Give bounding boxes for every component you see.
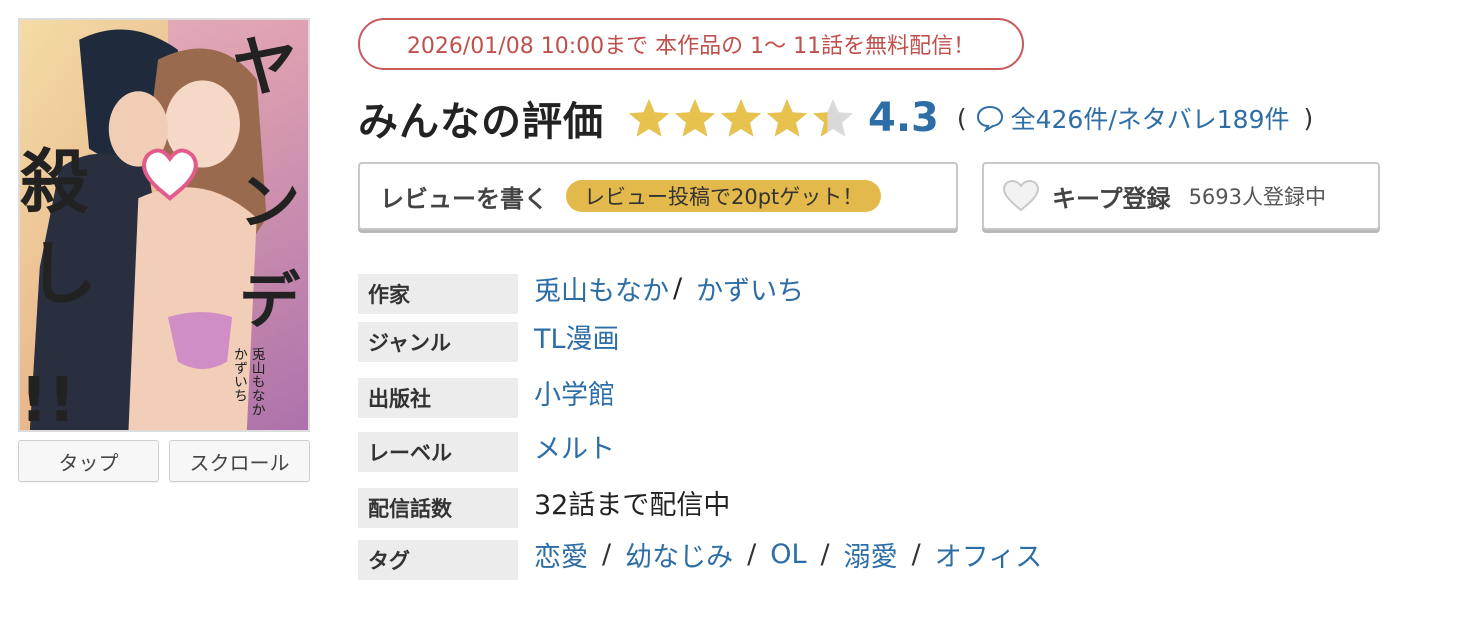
info-row-genre: ジャンル TL漫画	[358, 318, 1448, 362]
info-value: 32話まで配信中	[534, 484, 731, 521]
info-label: 出版社	[358, 378, 518, 418]
separator: /	[602, 538, 612, 570]
info-value: TL漫画	[534, 317, 620, 356]
tag-link[interactable]: オフィス	[935, 535, 1042, 574]
keep-button[interactable]: キープ登録 5693人登録中	[982, 162, 1380, 230]
info-value: 恋愛 / 幼なじみ / OL / 溺愛 / オフィス	[534, 535, 1042, 574]
separator: /	[911, 538, 921, 570]
cover-title-char: !!	[20, 365, 76, 430]
product-details: 2026/01/08 10:00まで 本作品の 1〜 11話を無料配信！ みんな…	[358, 0, 1448, 620]
info-row-tags: タグ 恋愛 / 幼なじみ / OL / 溺愛 / オフィス	[358, 536, 1448, 580]
review-points-badge: レビュー投稿で20ptゲット！	[566, 180, 882, 212]
info-label: 配信話数	[358, 488, 518, 528]
write-review-button[interactable]: レビューを書く レビュー投稿で20ptゲット！	[358, 162, 958, 230]
close-paren: )	[1303, 103, 1314, 133]
tag-link[interactable]: OL	[770, 539, 806, 570]
product-page: ヤ ン デ 殺 し !! 兎山もなか かずいち タップ スクロール 2026/0…	[0, 0, 1458, 620]
info-value: 小学館	[534, 373, 615, 412]
info-row-episodes: 配信話数 32話まで配信中	[358, 484, 1448, 528]
info-row-author: 作家 兎山もなか / かずいち	[358, 270, 1448, 314]
cover-author-credit: 兎山もなか	[249, 347, 266, 417]
review-count[interactable]: ( 全426件/ネタバレ189件 )	[957, 100, 1313, 136]
episodes-value: 32話まで配信中	[534, 489, 731, 521]
info-label: ジャンル	[358, 322, 518, 362]
tag-link[interactable]: 恋愛	[534, 535, 588, 574]
genre-link[interactable]: TL漫画	[534, 317, 620, 356]
tag-link[interactable]: 溺愛	[844, 535, 898, 574]
cover-title-char: デ	[239, 266, 301, 337]
heart-icon	[1002, 179, 1040, 212]
cover-artist-credit: かずいち	[231, 347, 247, 403]
open-paren: (	[956, 103, 967, 133]
info-value: 兎山もなか / かずいち	[534, 269, 804, 308]
review-count-link[interactable]: 全426件/ネタバレ189件	[1011, 100, 1290, 136]
separator: /	[747, 538, 757, 570]
info-value: メルト	[534, 427, 615, 466]
star-icon	[767, 99, 807, 137]
cover-title-char: し	[28, 234, 97, 314]
star-icon	[675, 99, 715, 137]
cover-title-char: ヤ	[232, 29, 297, 105]
info-label: 作家	[358, 274, 518, 314]
info-row-imprint: レーベル メルト	[358, 428, 1448, 472]
scroll-mode-button[interactable]: スクロール	[169, 440, 310, 482]
publisher-link[interactable]: 小学館	[534, 373, 615, 412]
keep-count: 5693人登録中	[1188, 185, 1327, 209]
tap-mode-button[interactable]: タップ	[18, 440, 159, 482]
star-icon	[629, 99, 669, 137]
author-link[interactable]: 兎山もなか	[534, 269, 669, 308]
imprint-link[interactable]: メルト	[534, 427, 615, 466]
artist-link[interactable]: かずいち	[696, 269, 804, 308]
info-label: タグ	[358, 540, 518, 580]
campaign-text: 2026/01/08 10:00まで 本作品の 1〜 11話を無料配信！	[406, 34, 976, 59]
rating-stars	[626, 96, 856, 140]
info-label: レーベル	[358, 432, 518, 472]
cover-image[interactable]: ヤ ン デ 殺 し !! 兎山もなか かずいち	[18, 18, 310, 432]
free-campaign-banner: 2026/01/08 10:00まで 本作品の 1〜 11話を無料配信！	[358, 18, 1024, 70]
keep-label: キープ登録	[1052, 184, 1171, 213]
rating-summary: みんなの評価 4.3 ( 全426件/ネタバレ189件 )	[358, 88, 1448, 148]
speech-bubble-icon	[976, 105, 1003, 133]
cover-illustration: ヤ ン デ 殺 し !! 兎山もなか かずいち	[20, 20, 308, 430]
star-icon	[721, 99, 761, 137]
info-row-publisher: 出版社 小学館	[358, 374, 1448, 418]
rating-score: 4.3	[868, 95, 939, 141]
tag-link[interactable]: 幼なじみ	[625, 535, 733, 574]
write-review-label: レビューを書く	[380, 184, 548, 213]
rating-title: みんなの評価	[358, 99, 604, 145]
separator: /	[673, 272, 683, 304]
cover-title-char: ン	[239, 167, 300, 238]
separator: /	[820, 538, 830, 570]
star-icon	[813, 99, 853, 137]
cover-title-char: 殺	[20, 143, 90, 223]
cover-view-mode: タップ スクロール	[18, 440, 310, 482]
